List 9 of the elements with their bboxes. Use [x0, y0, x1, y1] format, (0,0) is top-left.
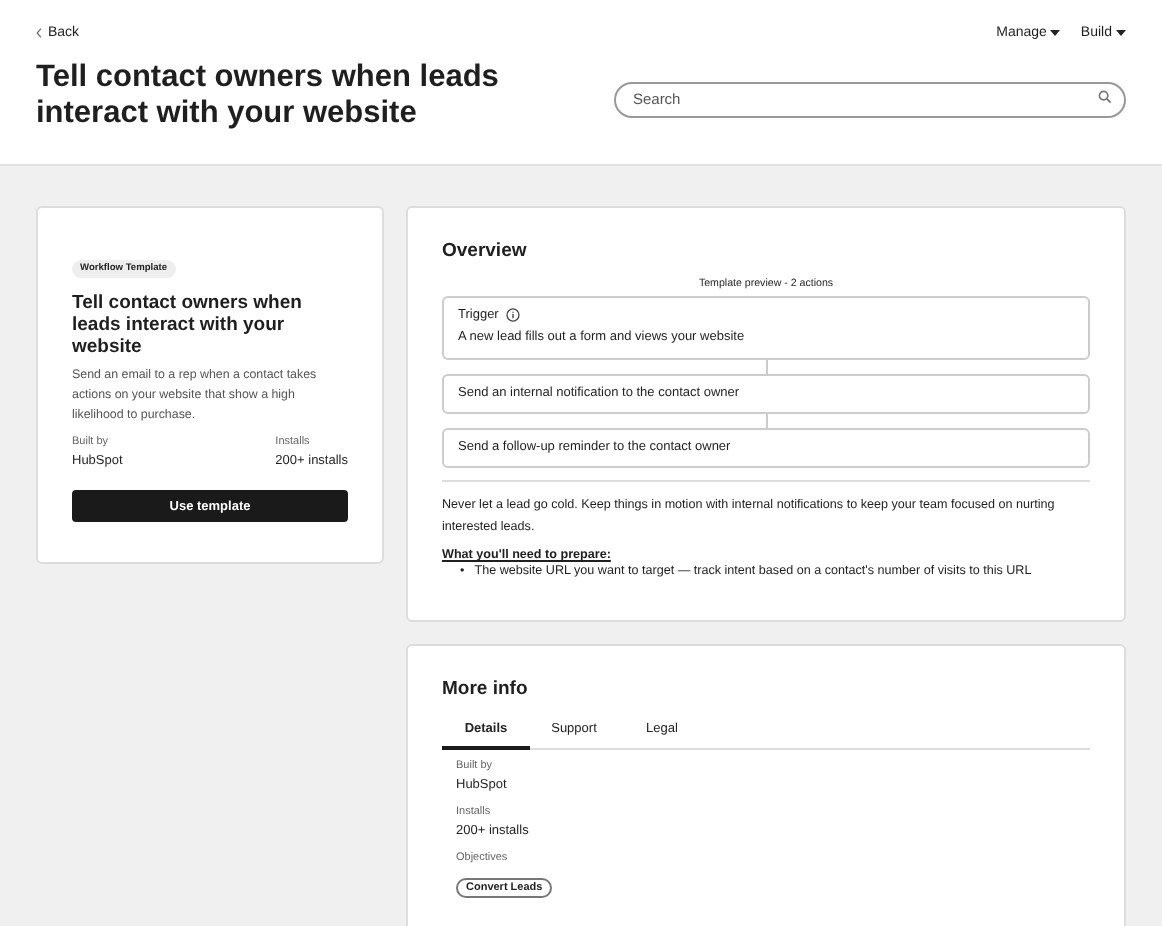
- template-title: Tell contact owners when leads interact with your website: [72, 292, 304, 358]
- card-title: More info: [442, 678, 530, 700]
- page-title: Tell contact owners when leads interact with your website: [36, 60, 501, 132]
- info-icon: [506, 308, 521, 322]
- card-title: Overview: [442, 240, 529, 262]
- chevron-left-icon: [36, 27, 42, 37]
- search-icon: [1098, 89, 1112, 103]
- caret-icon: [1116, 29, 1126, 35]
- caret-icon: [1050, 29, 1061, 35]
